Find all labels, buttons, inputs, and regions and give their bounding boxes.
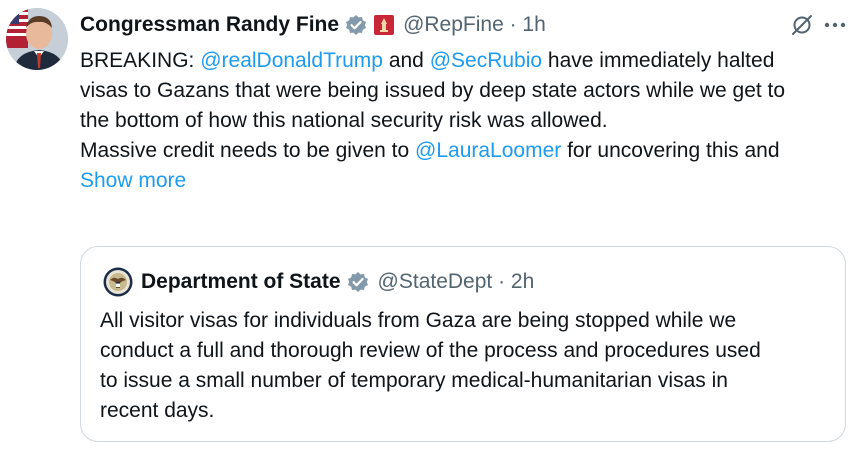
avatar[interactable] [6, 8, 68, 70]
tweet-text: BREAKING: @realDonaldTrump and @SecRubio… [80, 46, 860, 196]
tweet-line: BREAKING: @realDonaldTrump and @SecRubio… [80, 46, 860, 76]
tweet-header: Congressman Randy Fine @RepFine · 1h [80, 10, 865, 40]
text-segment: Massive credit needs to be given to [80, 139, 416, 162]
author-name[interactable]: Congressman Randy Fine [80, 13, 339, 37]
quoted-author-name[interactable]: Department of State [141, 270, 341, 294]
text-segment: BREAKING: [80, 49, 201, 72]
mention-realdonaldtrump[interactable]: @realDonaldTrump [200, 49, 383, 72]
more-icon[interactable] [822, 13, 848, 37]
tweet-line: visas to Gazans that were being issued b… [80, 76, 860, 106]
verified-badge-icon [345, 14, 367, 36]
quoted-tweet-card[interactable]: Department of State @StateDept · 2h All … [80, 246, 846, 442]
text-segment: for uncovering this and [561, 139, 780, 162]
quoted-line: All visitor visas for individuals from G… [100, 309, 737, 332]
text-segment: and [382, 49, 430, 72]
us-flag-background [6, 8, 28, 48]
tweet-line: the bottom of how this national security… [80, 106, 860, 136]
text-segment: have immediately halted [542, 49, 775, 72]
quoted-line: to issue a small number of temporary med… [100, 369, 728, 392]
author-handle-time[interactable]: @RepFine · 1h [403, 13, 546, 37]
mention-secrubio[interactable]: @SecRubio [430, 49, 542, 72]
text-segment: the bottom of how this national security… [80, 109, 608, 132]
quoted-line: recent days. [100, 399, 215, 422]
mention-lauraloomer[interactable]: @LauraLoomer [415, 139, 561, 162]
verified-badge-icon [347, 271, 369, 293]
show-more-link[interactable]: Show more [80, 169, 186, 192]
grok-icon[interactable] [790, 13, 814, 37]
state-seal-icon[interactable] [103, 267, 133, 297]
show-more-line: Show more [80, 166, 860, 196]
text-segment: visas to Gazans that were being issued b… [80, 79, 786, 102]
quoted-line: conduct a full and thorough review of th… [100, 339, 761, 362]
tweet-line: Massive credit needs to be given to @Lau… [80, 136, 860, 166]
quoted-handle-time[interactable]: @StateDept · 2h [378, 270, 535, 294]
quoted-tweet-header: Department of State @StateDept · 2h [103, 267, 534, 297]
congress-flag-icon[interactable] [374, 15, 395, 35]
quoted-tweet-text: All visitor visas for individuals from G… [100, 306, 840, 426]
